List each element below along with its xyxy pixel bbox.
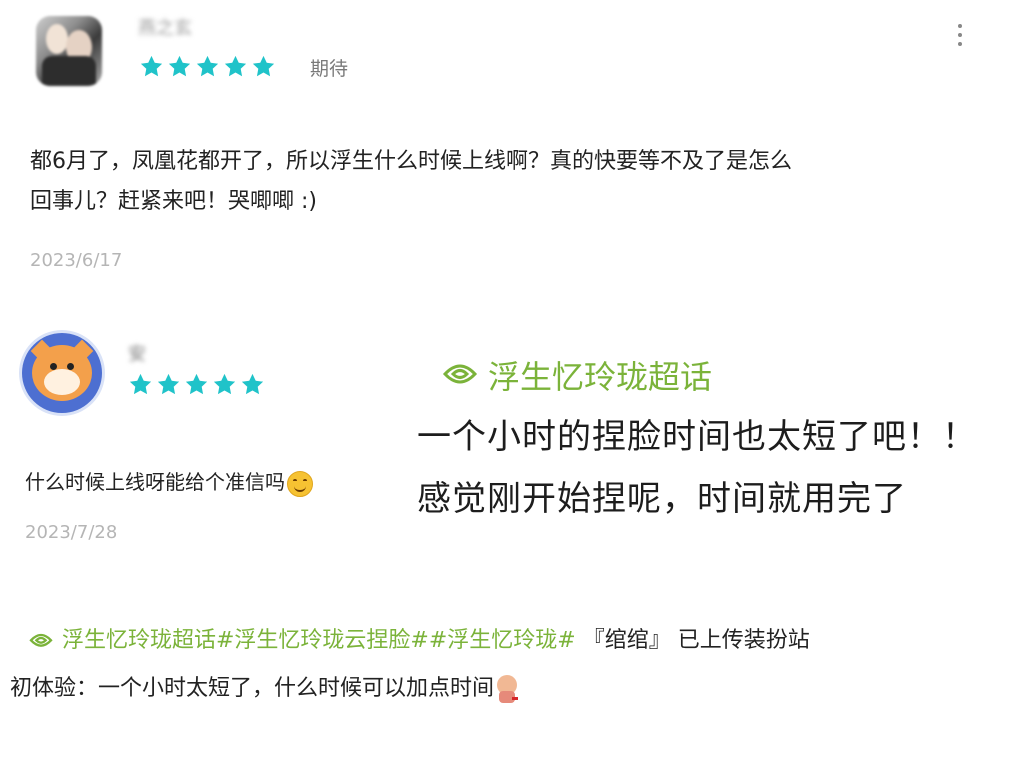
review-text: 什么时候上线呀能给个准信吗 bbox=[25, 470, 285, 494]
user-avatar[interactable] bbox=[36, 16, 102, 86]
user-avatar[interactable] bbox=[22, 333, 102, 413]
post-line: 一个小时的捏脸时间也太短了吧！！ bbox=[417, 417, 977, 457]
rating-label: 期待 bbox=[310, 58, 349, 80]
star-icon bbox=[196, 55, 219, 77]
post-text: 『绾绾』 已上传装扮站 bbox=[582, 628, 810, 653]
review-line: 回事儿？赶紧来吧！哭唧唧 :) bbox=[30, 189, 317, 214]
review-content: 什么时候上线呀能给个准信吗 bbox=[25, 466, 313, 497]
review-content: 都6月了，凤凰花都开了，所以浮生什么时候上线啊？真的快要等不及了是怎么 回事儿？… bbox=[30, 142, 792, 222]
star-rating bbox=[139, 54, 276, 79]
super-topic-icon bbox=[29, 633, 53, 647]
star-icon bbox=[185, 373, 208, 395]
star-rating bbox=[128, 372, 265, 397]
crying-character-sticker-icon bbox=[494, 673, 520, 705]
super-topic-icon bbox=[442, 364, 478, 384]
star-icon bbox=[168, 55, 191, 77]
super-topic-link[interactable]: 浮生忆玲珑超话 bbox=[442, 352, 712, 398]
star-icon bbox=[140, 55, 163, 77]
star-icon bbox=[241, 373, 264, 395]
star-icon bbox=[224, 55, 247, 77]
star-icon bbox=[213, 373, 236, 395]
more-vertical-icon[interactable] bbox=[950, 22, 970, 54]
super-topic-label: 浮生忆玲珑超话 bbox=[488, 358, 713, 396]
star-icon bbox=[252, 55, 275, 77]
star-icon bbox=[129, 373, 152, 395]
bottom-post: 浮生忆玲珑超话#浮生忆玲珑云捏脸##浮生忆玲珑# 『绾绾』 已上传装扮站 初体验… bbox=[10, 617, 1020, 713]
username[interactable]: 燕之玄 bbox=[138, 14, 192, 40]
post-line: 感觉刚开始捏呢，时间就用完了 bbox=[417, 479, 907, 519]
username[interactable]: 安 bbox=[128, 340, 146, 366]
review-line: 都6月了，凤凰花都开了，所以浮生什么时候上线啊？真的快要等不及了是怎么 bbox=[30, 149, 792, 174]
review-date: 2023/7/28 bbox=[25, 522, 118, 543]
star-icon bbox=[157, 373, 180, 395]
post-text: 初体验：一个小时太短了，什么时候可以加点时间 bbox=[10, 676, 495, 701]
smiling-face-emoji-icon bbox=[287, 470, 313, 497]
review-date: 2023/6/17 bbox=[30, 250, 123, 271]
hashtag-link[interactable]: 浮生忆玲珑超话#浮生忆玲珑云捏脸##浮生忆玲珑# bbox=[62, 628, 576, 653]
post-content: 一个小时的捏脸时间也太短了吧！！ 感觉刚开始捏呢，时间就用完了 bbox=[417, 406, 977, 530]
